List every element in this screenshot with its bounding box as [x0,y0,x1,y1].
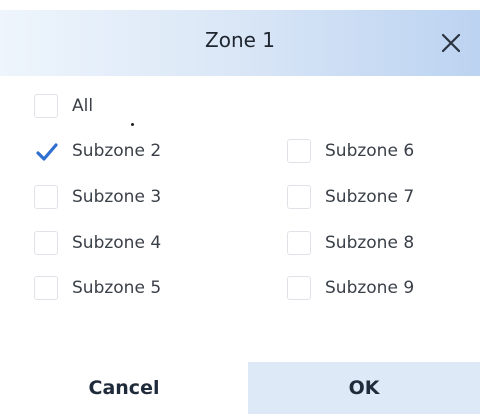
checkbox-label: Subzone 7 [325,187,415,207]
checkbox-label: All [72,96,94,116]
checkbox-box[interactable] [287,139,311,163]
checkbox-subzone-2[interactable]: Subzone 2 [34,137,161,165]
ok-button[interactable]: OK [248,362,480,414]
checkbox-box[interactable] [34,231,58,255]
close-icon[interactable] [440,32,462,54]
checkbox-subzone-9[interactable]: Subzone 9 [287,274,414,302]
checkbox-label: Subzone 5 [72,278,162,298]
cancel-button[interactable]: Cancel [0,362,248,414]
checkbox-label: Subzone 3 [72,187,162,207]
checkbox-box[interactable] [287,231,311,255]
checkbox-box[interactable] [287,185,311,209]
dialog-footer: Cancel OK [0,362,480,414]
checkbox-subzone-5[interactable]: Subzone 5 [34,274,161,302]
checkbox-label: Subzone 9 [325,278,415,298]
checkbox-subzone-8[interactable]: Subzone 8 [287,229,414,257]
checkbox-subzone-7[interactable]: Subzone 7 [287,183,414,211]
background-screen [0,0,480,10]
checkmark-icon [36,143,58,161]
checkbox-subzone-3[interactable]: Subzone 3 [34,183,161,211]
checkbox-box[interactable] [34,185,58,209]
checkbox-box[interactable] [287,276,311,300]
checkbox-box[interactable] [34,94,58,118]
dialog-header: Zone 1 [0,10,480,76]
checkbox-subzone-6[interactable]: Subzone 6 [287,137,414,165]
zone-selection-screen: Zone 1 All Subzone 2 Subzone 3 Subzone 4… [0,0,480,414]
checkbox-all[interactable]: All [34,92,93,120]
checkbox-box[interactable] [34,276,58,300]
checkbox-label: Subzone 2 [72,141,162,161]
checkbox-subzone-4[interactable]: Subzone 4 [34,229,161,257]
checkbox-label: Subzone 6 [325,141,415,161]
checkbox-box[interactable] [34,139,58,163]
subzone-list: All Subzone 2 Subzone 3 Subzone 4 Subzon… [0,76,480,362]
checkbox-label: Subzone 4 [72,233,162,253]
dialog-title: Zone 1 [205,28,275,52]
stray-dot [131,123,134,126]
checkbox-label: Subzone 8 [325,233,415,253]
